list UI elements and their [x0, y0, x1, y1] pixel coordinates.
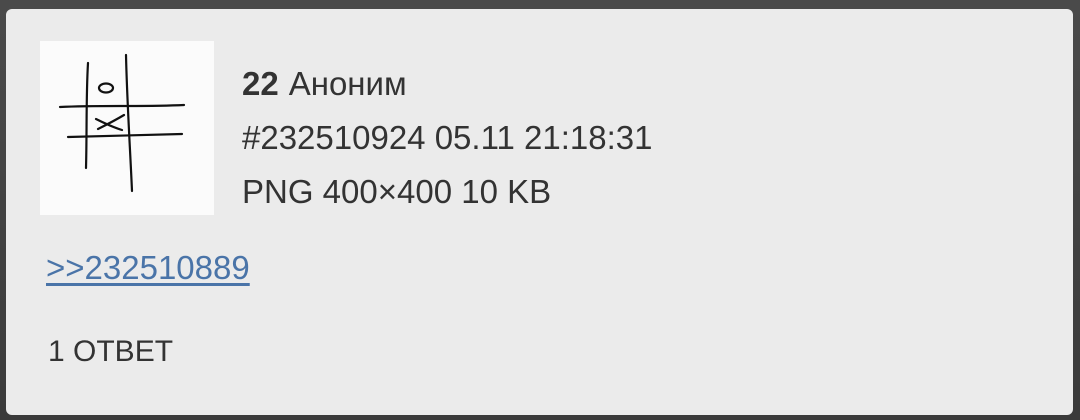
replies-count-button[interactable]: 1 ОТВЕТ: [48, 335, 173, 369]
tic-tac-toe-sketch-icon: [58, 53, 186, 193]
post-author: Аноним: [288, 65, 407, 102]
post-header: 22 Аноним: [242, 57, 652, 111]
post-card: 22 Аноним #232510924 05.11 21:18:31 PNG 4…: [6, 9, 1073, 415]
file-info: PNG 400×400 10 KB: [242, 173, 552, 210]
post-id-datetime[interactable]: #232510924 05.11 21:18:31: [242, 111, 652, 165]
post-thumbnail[interactable]: [40, 41, 214, 215]
post-meta: 22 Аноним #232510924 05.11 21:18:31 PNG 4…: [242, 57, 652, 219]
post-number: 22: [242, 65, 279, 102]
reply-reference-link[interactable]: >>232510889: [46, 249, 250, 287]
